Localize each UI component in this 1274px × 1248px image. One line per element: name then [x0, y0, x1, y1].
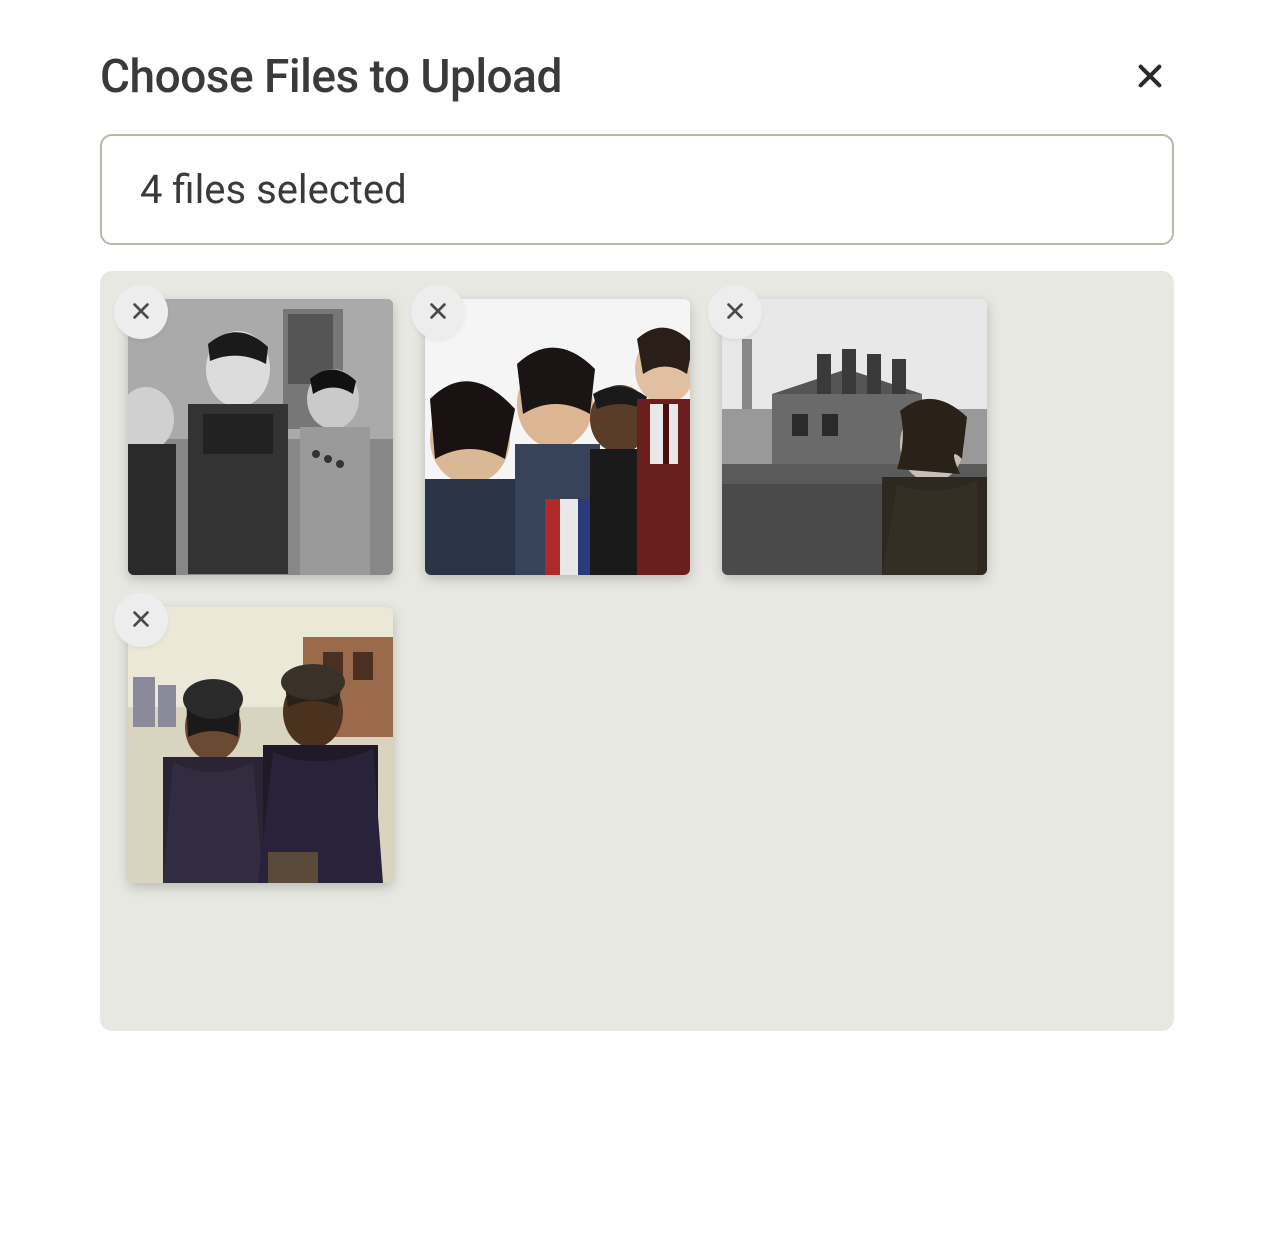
thumbnail-item [722, 299, 987, 575]
close-icon [1134, 60, 1166, 95]
thumbnail-image[interactable] [128, 607, 393, 883]
close-icon [427, 300, 449, 325]
thumbnails-grid [128, 299, 1146, 883]
thumbnails-area [100, 271, 1174, 1031]
dialog-title: Choose Files to Upload [100, 50, 562, 104]
close-button[interactable] [1126, 52, 1174, 103]
close-icon [724, 300, 746, 325]
dialog-header: Choose Files to Upload [100, 50, 1174, 104]
thumbnail-item [128, 607, 393, 883]
remove-thumbnail-button[interactable] [411, 285, 465, 339]
thumbnail-image[interactable] [128, 299, 393, 575]
close-icon [130, 300, 152, 325]
thumbnail-image[interactable] [425, 299, 690, 575]
upload-dialog: Choose Files to Upload 4 files selected [100, 50, 1174, 1031]
remove-thumbnail-button[interactable] [708, 285, 762, 339]
close-icon [130, 608, 152, 633]
file-selection-text: 4 files selected [140, 166, 407, 213]
thumbnail-item [425, 299, 690, 575]
file-input[interactable]: 4 files selected [100, 134, 1174, 245]
remove-thumbnail-button[interactable] [114, 593, 168, 647]
thumbnail-item [128, 299, 393, 575]
thumbnail-image[interactable] [722, 299, 987, 575]
remove-thumbnail-button[interactable] [114, 285, 168, 339]
